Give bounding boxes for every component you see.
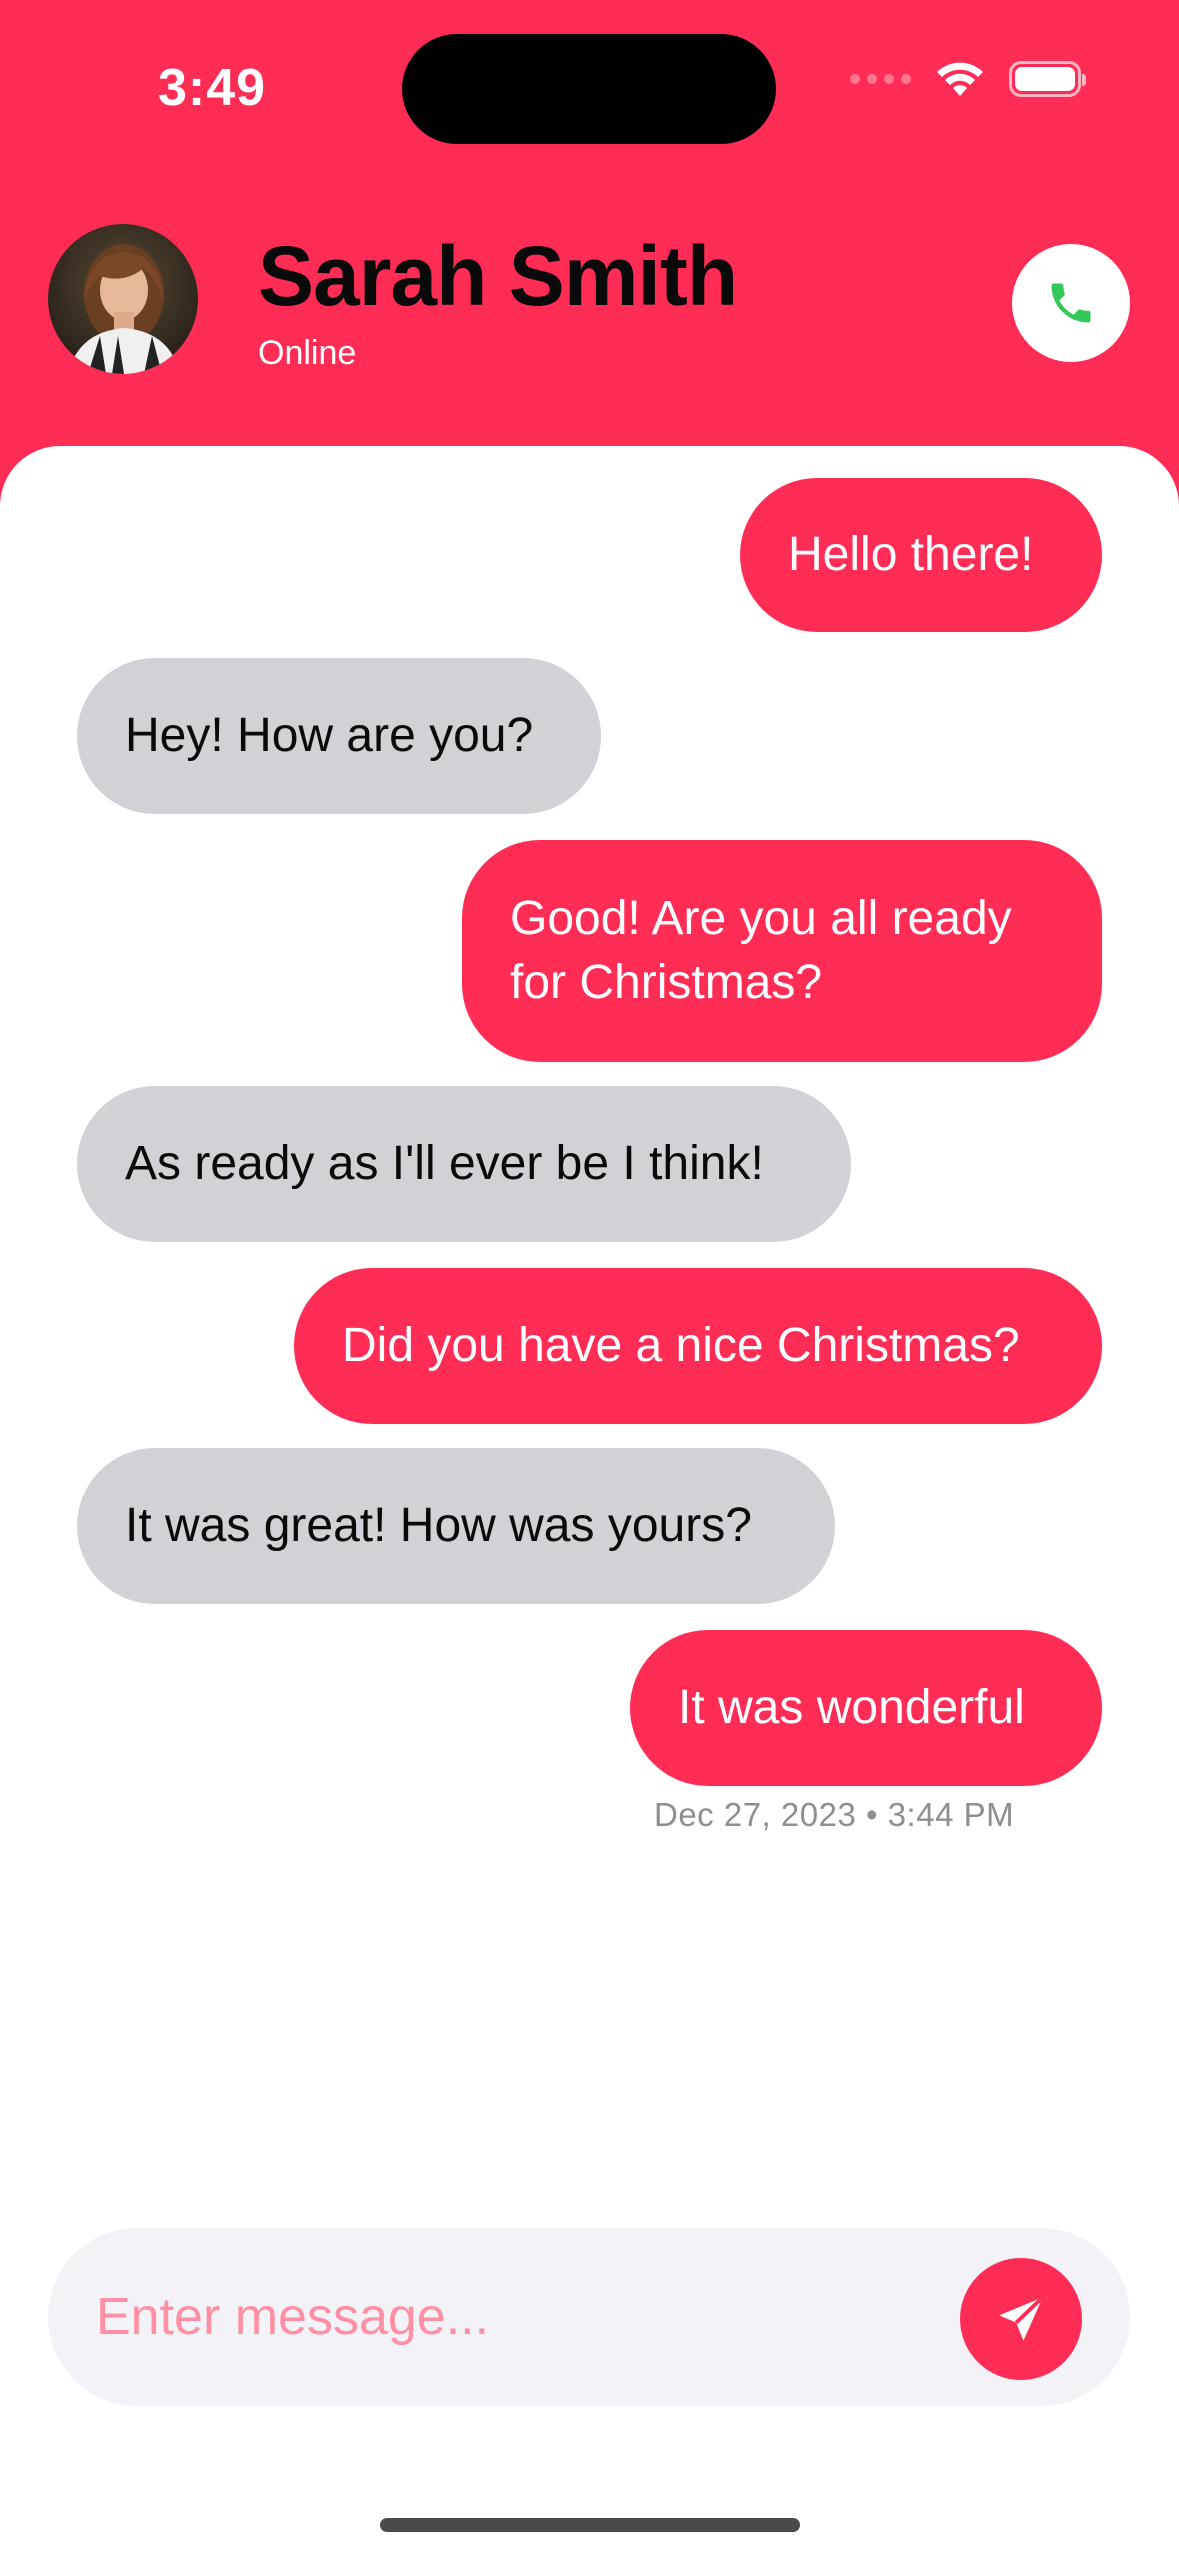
call-button[interactable]	[1012, 244, 1130, 362]
wifi-icon	[937, 62, 983, 96]
phone-icon	[1051, 283, 1091, 323]
message-bubble-received[interactable]: Hey! How are you?	[77, 658, 601, 814]
contact-avatar[interactable]	[48, 224, 198, 374]
message-bubble-sent[interactable]: It was wonderful	[630, 1630, 1102, 1786]
message-bubble-sent[interactable]: Hello there!	[740, 478, 1102, 632]
status-indicators	[850, 60, 1086, 98]
message-bubble-received[interactable]: It was great! How was yours?	[77, 1448, 835, 1604]
cellular-signal-icon	[850, 74, 911, 84]
home-indicator[interactable]	[380, 2518, 800, 2532]
dynamic-island	[402, 34, 776, 144]
contact-status: Online	[258, 334, 357, 372]
message-bubble-sent[interactable]: Good! Are you all ready for Christmas?	[462, 840, 1102, 1062]
message-timestamp: Dec 27, 2023 • 3:44 PM	[654, 1796, 1015, 1833]
message-bubble-received[interactable]: As ready as I'll ever be I think!	[77, 1086, 851, 1242]
battery-icon	[1009, 61, 1086, 97]
status-time: 3:49	[158, 59, 267, 117]
send-button[interactable]	[960, 2258, 1082, 2380]
message-input[interactable]	[96, 2228, 976, 2406]
paper-plane-icon	[999, 2295, 1045, 2341]
contact-name: Sarah Smith	[258, 229, 738, 323]
chat-screen: 3:49 Sarah Smith Online Hello there! Hey…	[0, 0, 1179, 2556]
message-bubble-sent[interactable]: Did you have a nice Christmas?	[294, 1268, 1102, 1424]
message-composer	[48, 2228, 1130, 2406]
